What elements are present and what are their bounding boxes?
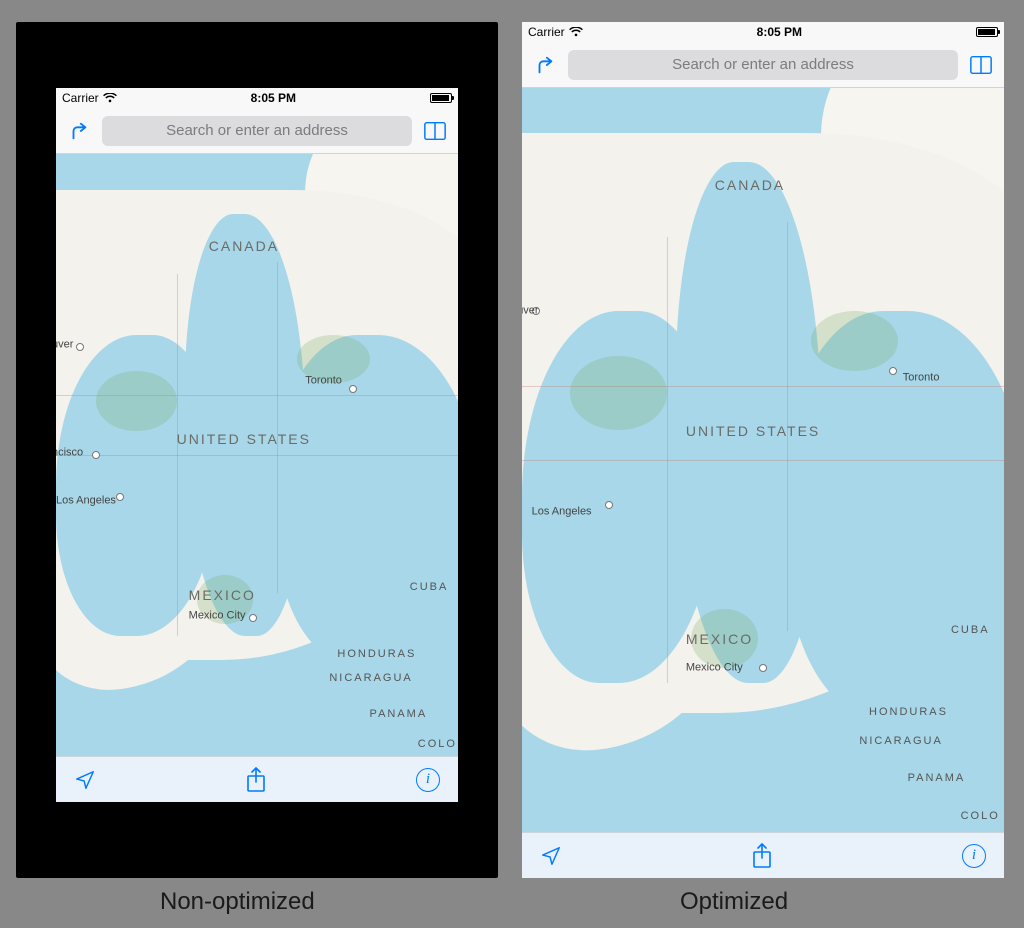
- country-label-canada: CANADA: [715, 177, 785, 193]
- city-dot-toronto: [349, 385, 357, 393]
- wifi-icon: [103, 93, 117, 103]
- bookmarks-icon[interactable]: [966, 50, 996, 80]
- locate-icon[interactable]: [540, 845, 562, 867]
- country-label-usa: UNITED STATES: [177, 431, 311, 447]
- country-label-mexico: MEXICO: [189, 587, 256, 603]
- device-frame-optimized: Carrier 8:05 PM Search or enter an addre…: [522, 22, 1004, 878]
- city-label-la: Los Angeles: [532, 505, 592, 517]
- country-label-cuba: CUBA: [951, 624, 990, 636]
- carrier-label: Carrier: [62, 91, 99, 105]
- locate-icon[interactable]: [74, 769, 96, 791]
- city-label-van-frag: uver: [522, 304, 539, 316]
- country-label-cuba: CUBA: [410, 581, 449, 593]
- city-dot-sf: [92, 451, 100, 459]
- wifi-icon: [569, 27, 583, 37]
- city-dot-toronto: [889, 367, 897, 375]
- phone-screen: Carrier 8:05 PM Search or enter an addre…: [522, 22, 1004, 878]
- country-label-canada: CANADA: [209, 238, 279, 254]
- navigation-bar: Search or enter an address: [56, 108, 458, 154]
- country-label-panama: PANAMA: [370, 708, 428, 720]
- share-icon[interactable]: [752, 843, 772, 869]
- country-label-colo: COLO: [961, 810, 1000, 822]
- bottom-toolbar: i: [56, 756, 458, 802]
- search-placeholder: Search or enter an address: [672, 56, 854, 73]
- city-label-sf-frag: ncisco: [56, 447, 83, 459]
- country-label-honduras: HONDURAS: [337, 648, 416, 660]
- clock-label: 8:05 PM: [757, 25, 802, 39]
- caption-nonoptimized: Non-optimized: [160, 888, 315, 916]
- phone-screen: Carrier 8:05 PM Search or enter an addre…: [56, 88, 458, 802]
- city-label-mexcity: Mexico City: [189, 609, 246, 621]
- share-icon[interactable]: [246, 767, 266, 793]
- info-icon[interactable]: i: [962, 844, 986, 868]
- search-placeholder: Search or enter an address: [166, 122, 348, 139]
- search-input[interactable]: Search or enter an address: [568, 50, 958, 80]
- city-dot-la: [605, 501, 613, 509]
- search-input[interactable]: Search or enter an address: [102, 116, 412, 146]
- directions-icon[interactable]: [64, 116, 94, 146]
- clock-label: 8:05 PM: [251, 91, 296, 105]
- country-label-usa: UNITED STATES: [686, 423, 820, 439]
- battery-icon: [430, 93, 452, 103]
- country-label-nicaragua: NICARAGUA: [329, 672, 412, 684]
- map-view[interactable]: CANADA UNITED STATES MEXICO CUBA HONDURA…: [56, 154, 458, 756]
- city-dot-mexcity: [249, 614, 257, 622]
- map-view[interactable]: CANADA UNITED STATES MEXICO CUBA HONDURA…: [522, 88, 1004, 832]
- status-bar: Carrier 8:05 PM: [56, 88, 458, 108]
- city-label-toronto: Toronto: [903, 371, 940, 383]
- city-label-van-frag: uver: [56, 338, 73, 350]
- carrier-label: Carrier: [528, 25, 565, 39]
- directions-icon[interactable]: [530, 50, 560, 80]
- device-frame-nonoptimized: Carrier 8:05 PM Search or enter an addre…: [16, 22, 498, 878]
- city-dot-van: [76, 343, 84, 351]
- bookmarks-icon[interactable]: [420, 116, 450, 146]
- status-bar: Carrier 8:05 PM: [522, 22, 1004, 42]
- country-label-colo: COLO: [418, 738, 457, 750]
- battery-icon: [976, 27, 998, 37]
- country-label-nicaragua: NICARAGUA: [859, 735, 942, 747]
- city-label-la: Los Angeles: [56, 495, 116, 507]
- city-label-mexcity: Mexico City: [686, 661, 743, 673]
- city-dot-la: [116, 493, 124, 501]
- city-label-toronto: Toronto: [305, 374, 342, 386]
- bottom-toolbar: i: [522, 832, 1004, 878]
- country-label-honduras: HONDURAS: [869, 706, 948, 718]
- info-icon[interactable]: i: [416, 768, 440, 792]
- caption-optimized: Optimized: [680, 888, 788, 916]
- navigation-bar: Search or enter an address: [522, 42, 1004, 88]
- country-label-panama: PANAMA: [908, 772, 966, 784]
- country-label-mexico: MEXICO: [686, 631, 753, 647]
- city-dot-mexcity: [759, 664, 767, 672]
